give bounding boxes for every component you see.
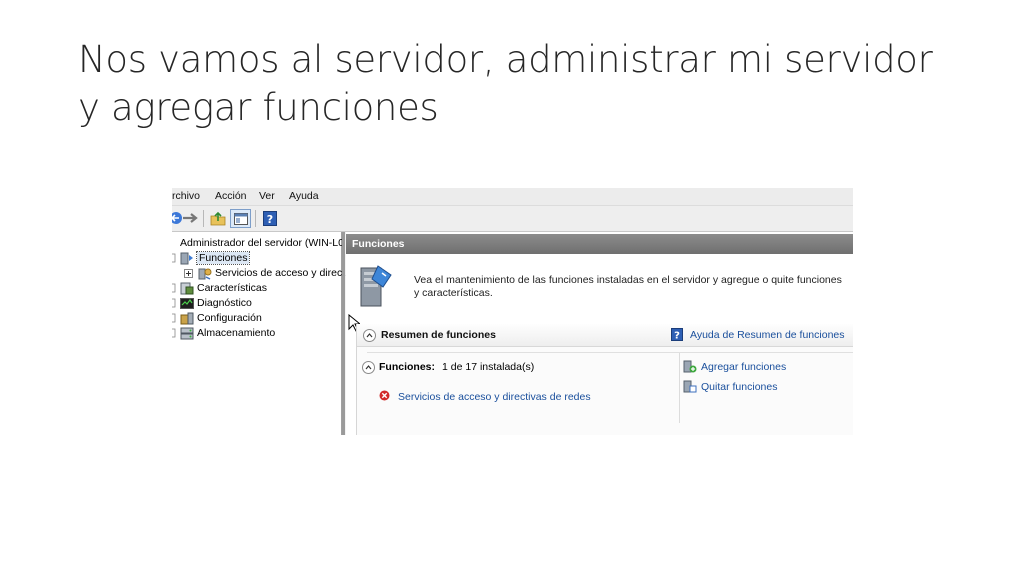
toolbar-separator: [203, 210, 204, 227]
roles-subsection: Funciones: 1 de 17 instalada(s) Servicio…: [362, 352, 853, 423]
add-roles-link[interactable]: Agregar funciones: [701, 361, 786, 373]
menu-archivo[interactable]: rchivo: [172, 190, 200, 202]
tree-item-label: Diagnóstico: [197, 297, 252, 309]
console-tree-icon: [233, 212, 248, 225]
tree-item-label: Almacenamiento: [197, 327, 276, 339]
expander-icon: [172, 328, 176, 338]
roles-summary-section: Resumen de funciones ? Ayuda de Resumen …: [356, 324, 853, 435]
tree-root-label: Administrador del servidor (WIN-L0: [180, 237, 344, 249]
tree-item-almacenamiento[interactable]: Almacenamiento: [172, 326, 275, 340]
help-button[interactable]: ?: [260, 209, 280, 227]
expand-plus-icon: [184, 268, 193, 278]
menu-ayuda[interactable]: Ayuda: [289, 190, 319, 202]
chevron-up-icon: [366, 333, 373, 338]
roles-summary-help-link[interactable]: Ayuda de Resumen de funciones: [690, 329, 845, 341]
toolbar: ?: [172, 206, 853, 232]
forward-arrow-icon: [183, 213, 198, 223]
slide-title: Nos vamos al servidor, administrar mi se…: [78, 38, 933, 129]
help-icon: ?: [671, 328, 683, 341]
expander-icon: [172, 253, 176, 263]
tree-item-configuracion[interactable]: Configuración: [172, 311, 262, 325]
tree-item-label: Funciones: [195, 251, 251, 265]
remove-roles-icon: [683, 380, 697, 393]
detail-pane: Funciones Vea el mantenimiento de las fu…: [346, 232, 853, 435]
tree-item-diagnostico[interactable]: Diagnóstico: [172, 296, 252, 310]
expander-icon: [172, 298, 176, 308]
remove-roles-link[interactable]: Quitar funciones: [701, 381, 777, 393]
roles-count: 1 de 17 instalada(s): [442, 361, 535, 373]
roles-actions: Agregar funciones Quitar funciones: [679, 353, 853, 423]
add-roles-icon: [683, 360, 697, 373]
console-tree: Administrador del servidor (WIN-L0 Funci…: [172, 232, 345, 435]
menu-bar: rchivo Acción Ver Ayuda: [172, 188, 853, 206]
diagnostics-icon: [180, 297, 194, 309]
tree-item-label: Características: [197, 282, 268, 294]
server-roles-icon: [360, 265, 392, 307]
role-item-link[interactable]: Servicios de acceso y directivas de rede…: [398, 391, 591, 403]
show-hide-console-tree-button[interactable]: [230, 209, 251, 228]
roles-summary-title: Resumen de funciones: [381, 329, 496, 341]
error-icon: [379, 390, 390, 401]
collapse-summary-button[interactable]: [363, 329, 376, 342]
description-area: Vea el mantenimiento de las funciones in…: [346, 256, 853, 322]
collapse-roles-button[interactable]: [362, 361, 375, 374]
features-icon: [180, 282, 194, 294]
menu-accion[interactable]: Acción: [215, 190, 247, 202]
expander-icon: [172, 283, 176, 293]
tree-item-servicios-acceso[interactable]: Servicios de acceso y direct: [184, 266, 345, 280]
tree-item-label: Configuración: [197, 312, 262, 324]
svg-text:?: ?: [674, 331, 680, 342]
roles-icon: [180, 252, 193, 264]
help-icon: ?: [263, 210, 277, 226]
pane-splitter[interactable]: [342, 232, 345, 435]
detail-header: Funciones: [346, 234, 853, 254]
up-folder-icon: [210, 211, 226, 225]
description-text: Vea el mantenimiento de las funciones in…: [414, 274, 842, 299]
up-folder-button[interactable]: [208, 209, 228, 227]
chevron-up-icon: [365, 365, 372, 370]
roles-label: Funciones:: [379, 361, 436, 373]
forward-button[interactable]: [180, 209, 200, 227]
configuration-icon: [180, 312, 194, 324]
storage-icon: [180, 327, 194, 339]
expander-icon: [172, 313, 176, 323]
tree-item-caracteristicas[interactable]: Características: [172, 281, 267, 295]
svg-text:?: ?: [267, 213, 273, 226]
server-manager-window: rchivo Acción Ver Ayuda ? Administrador …: [172, 188, 853, 435]
network-policy-icon: [198, 268, 212, 280]
tree-item-label: Servicios de acceso y direct: [215, 267, 346, 279]
menu-ver[interactable]: Ver: [259, 190, 275, 202]
tree-root[interactable]: Administrador del servidor (WIN-L0: [180, 236, 344, 250]
tree-item-funciones[interactable]: Funciones: [172, 251, 251, 265]
toolbar-separator: [255, 210, 256, 227]
roles-summary-header[interactable]: Resumen de funciones ? Ayuda de Resumen …: [357, 324, 853, 347]
